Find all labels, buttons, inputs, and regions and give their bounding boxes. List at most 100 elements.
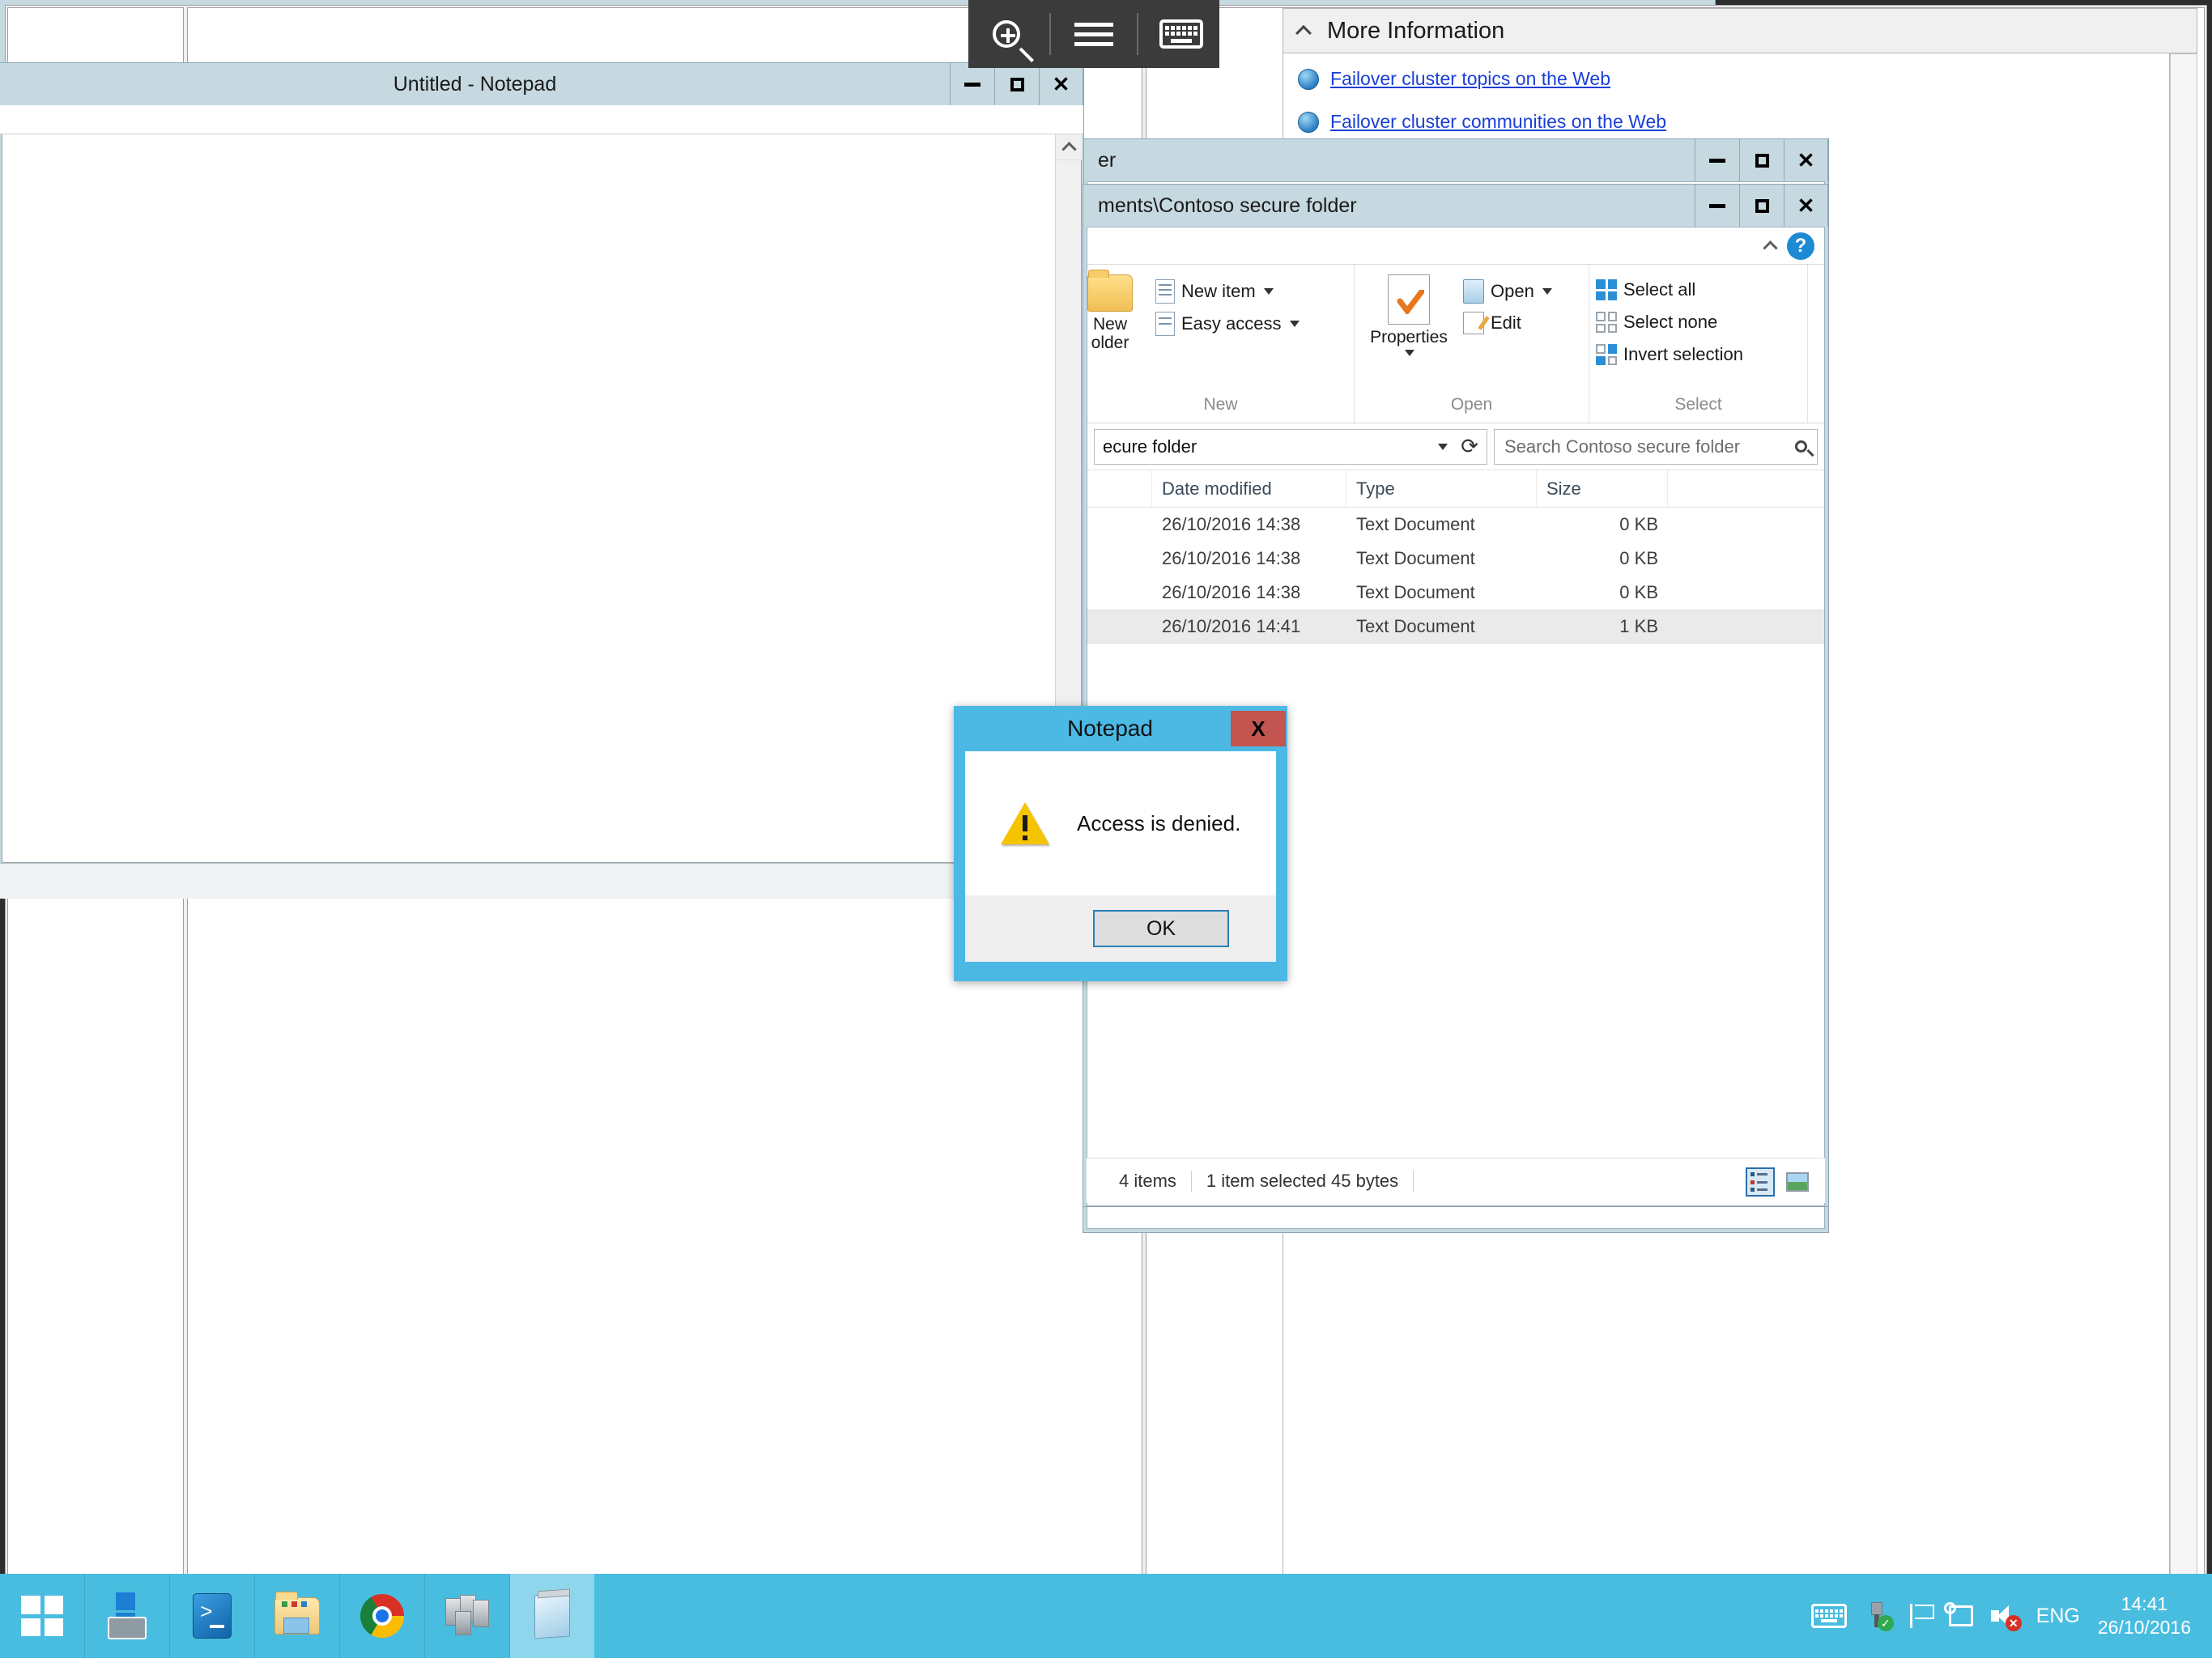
- notepad-textarea[interactable]: [2, 134, 1081, 862]
- more-information-header[interactable]: More Information: [1283, 8, 2197, 53]
- new-folder-button[interactable]: Newolder: [1071, 274, 1149, 352]
- ok-button[interactable]: OK: [1093, 910, 1229, 947]
- link-failover-cluster-communities[interactable]: Failover cluster communities on the Web: [1330, 111, 1666, 133]
- safely-remove-hardware-icon: ✓: [1865, 1602, 1892, 1630]
- table-row[interactable]: 26/10/2016 14:38 Text Document 0 KB: [1087, 576, 1824, 610]
- server-manager-icon: [104, 1592, 150, 1639]
- chevron-down-icon: [1290, 321, 1300, 327]
- help-button[interactable]: ?: [1787, 232, 1814, 260]
- chevron-down-icon: [1264, 288, 1274, 295]
- column-header-size[interactable]: Size: [1537, 470, 1668, 507]
- edit-label: Edit: [1491, 312, 1521, 334]
- easy-access-button[interactable]: Easy access: [1155, 312, 1300, 336]
- explorer-titlebar[interactable]: ments\Contoso secure folder ✕: [1083, 185, 1828, 227]
- file-type: Text Document: [1346, 548, 1537, 569]
- notepad-window-controls: ✕: [950, 63, 1083, 105]
- ribbon-filler: [1808, 265, 1824, 423]
- notepad-menubar[interactable]: [0, 105, 1083, 134]
- details-view-icon: [1750, 1172, 1770, 1192]
- file-size: 0 KB: [1537, 548, 1668, 569]
- table-row[interactable]: 26/10/2016 14:41 Text Document 1 KB: [1087, 610, 1824, 644]
- taskbar-item-powershell[interactable]: [170, 1574, 254, 1658]
- volume-button[interactable]: ✕: [1991, 1604, 2018, 1628]
- taskbar-item-file-explorer[interactable]: [255, 1574, 339, 1658]
- properties-button[interactable]: Properties: [1361, 274, 1457, 356]
- network-button[interactable]: [1949, 1605, 1973, 1626]
- chevron-up-icon[interactable]: [1295, 25, 1312, 41]
- file-size: 0 KB: [1537, 514, 1668, 535]
- zoom-button[interactable]: [974, 0, 1039, 68]
- maximize-button[interactable]: [994, 63, 1039, 105]
- file-date: 26/10/2016 14:38: [1152, 548, 1346, 569]
- taskbar-item-failover-cluster-manager[interactable]: [425, 1574, 509, 1658]
- search-input[interactable]: Search Contoso secure folder: [1494, 429, 1818, 465]
- file-type: Text Document: [1346, 582, 1537, 603]
- refresh-icon[interactable]: ⟳: [1461, 434, 1478, 459]
- clock[interactable]: 14:41 26/10/2016: [2098, 1592, 2191, 1639]
- table-row[interactable]: 26/10/2016 14:38 Text Document 0 KB: [1087, 508, 1824, 542]
- ribbon-group-select: Select all Select none Invert selection: [1589, 265, 1808, 423]
- address-bar[interactable]: ecure folder ⟳: [1094, 429, 1487, 465]
- touch-keyboard-button[interactable]: [1811, 1604, 1847, 1628]
- network-monitor-icon: [1949, 1605, 1973, 1626]
- chevron-down-icon: [1405, 350, 1414, 356]
- close-button[interactable]: ✕: [1039, 63, 1083, 105]
- column-header-date-modified[interactable]: Date modified: [1152, 470, 1346, 507]
- explorer-statusbar: 4 items 1 item selected 45 bytes: [1087, 1158, 1825, 1203]
- volume-muted-icon: ✕: [1991, 1604, 2018, 1628]
- new-folder-label-l2: older: [1091, 334, 1129, 352]
- easy-access-label: Easy access: [1181, 313, 1282, 334]
- scroll-up-button[interactable]: [1056, 134, 1082, 160]
- minimize-button[interactable]: [950, 63, 994, 105]
- column-header-type[interactable]: Type: [1346, 470, 1537, 507]
- list-item[interactable]: Failover cluster communities on the Web: [1298, 111, 2169, 133]
- column-header-name[interactable]: [1087, 470, 1152, 507]
- taskbar-item-server-manager[interactable]: [85, 1574, 169, 1658]
- invert-selection-button[interactable]: Invert selection: [1596, 344, 1743, 365]
- minimize-button[interactable]: [1695, 185, 1739, 227]
- maximize-button[interactable]: [1739, 139, 1784, 181]
- keyboard-button[interactable]: [1149, 0, 1214, 68]
- explorer-window[interactable]: ments\Contoso secure folder ✕ ? Newolde: [1083, 185, 1828, 1206]
- menu-button[interactable]: [1061, 0, 1126, 68]
- chrome-icon: [360, 1594, 404, 1638]
- safely-remove-hardware-button[interactable]: ✓: [1865, 1602, 1892, 1630]
- open-button[interactable]: Open: [1463, 279, 1552, 304]
- minimize-button[interactable]: [1695, 139, 1739, 181]
- access-denied-dialog[interactable]: Notepad X Access is denied. OK: [954, 706, 1287, 981]
- address-text: ecure folder: [1103, 436, 1197, 457]
- folder-icon: [1087, 274, 1133, 312]
- action-center-button[interactable]: [1910, 1604, 1931, 1628]
- dialog-close-button[interactable]: X: [1231, 711, 1286, 746]
- edit-button[interactable]: Edit: [1463, 312, 1552, 334]
- select-all-button[interactable]: Select all: [1596, 279, 1743, 300]
- keyboard-icon: [1159, 19, 1203, 49]
- notepad-window[interactable]: Untitled - Notepad ✕: [0, 63, 1083, 897]
- list-item[interactable]: Failover cluster topics on the Web: [1298, 68, 2169, 90]
- close-button[interactable]: ✕: [1784, 185, 1828, 227]
- maximize-button[interactable]: [1739, 185, 1784, 227]
- taskbar-item-notepad[interactable]: [510, 1574, 594, 1658]
- explorer-back-window-controls: ✕: [1695, 139, 1828, 181]
- new-item-button[interactable]: New item: [1155, 279, 1300, 304]
- details-view-button[interactable]: [1746, 1167, 1775, 1197]
- close-button[interactable]: ✕: [1784, 139, 1828, 181]
- notepad-editor-area[interactable]: [2, 134, 1082, 863]
- select-none-button[interactable]: Select none: [1596, 312, 1743, 333]
- collapse-ribbon-icon[interactable]: [1763, 240, 1777, 255]
- explorer-back-titlebar[interactable]: er ✕: [1083, 139, 1828, 181]
- language-indicator[interactable]: ENG: [2036, 1605, 2080, 1628]
- notepad-titlebar[interactable]: Untitled - Notepad ✕: [0, 63, 1083, 105]
- address-dropdown-icon[interactable]: [1438, 444, 1448, 450]
- large-icons-view-icon: [1786, 1172, 1809, 1192]
- status-selection-info: 1 item selected 45 bytes: [1206, 1171, 1398, 1192]
- table-row[interactable]: 26/10/2016 14:38 Text Document 0 KB: [1087, 542, 1824, 576]
- file-explorer-icon: [274, 1597, 320, 1635]
- link-failover-cluster-topics[interactable]: Failover cluster topics on the Web: [1330, 68, 1610, 90]
- more-information-scrollbar[interactable]: [2170, 53, 2197, 1590]
- taskbar-item-chrome[interactable]: [340, 1574, 424, 1658]
- large-icons-view-button[interactable]: [1783, 1167, 1812, 1197]
- start-button[interactable]: [0, 1574, 84, 1658]
- dialog-message: Access is denied.: [1077, 811, 1240, 836]
- dialog-titlebar[interactable]: Notepad X: [954, 706, 1287, 751]
